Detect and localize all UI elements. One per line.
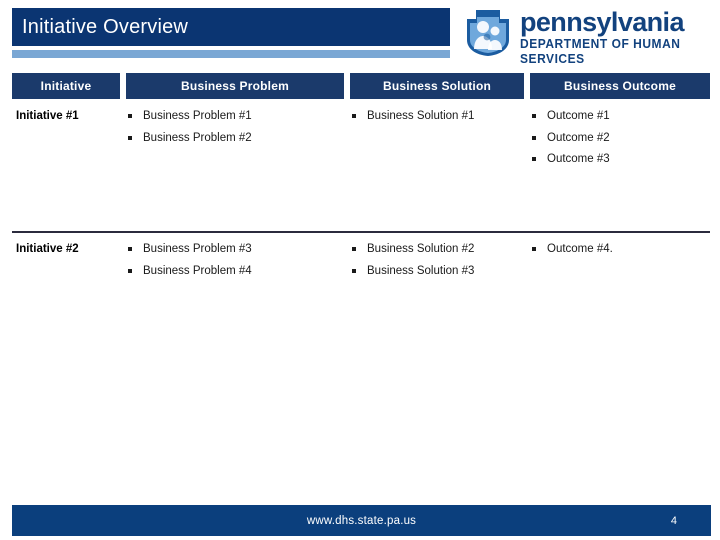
list-item: Business Problem #3 bbox=[126, 239, 344, 261]
list-item-label: Business Problem #1 bbox=[143, 110, 252, 122]
column-header-business-solution: Business Solution bbox=[350, 73, 524, 99]
list-item-label: Business Solution #3 bbox=[367, 264, 475, 277]
footer-bar: www.dhs.state.pa.us 4 bbox=[12, 505, 711, 536]
list-item: Business Problem #4 bbox=[126, 261, 344, 283]
list-item: Outcome #3 bbox=[530, 149, 710, 171]
title-underline-accent bbox=[12, 50, 450, 58]
page-title: Initiative Overview bbox=[22, 15, 189, 38]
column-header-label: Business Problem bbox=[181, 79, 289, 93]
table-row: Initiative #1 Business Problem #1 Busine… bbox=[0, 106, 720, 228]
square-bullet-icon bbox=[352, 268, 356, 273]
pennsylvania-dhs-logo: pennsylvania DEPARTMENT OF HUMAN SERVICE… bbox=[462, 4, 708, 66]
list-item: Business Solution #1 bbox=[350, 106, 524, 128]
list-item-label: Outcome #4. bbox=[547, 243, 613, 255]
list-item-label: Business Problem #3 bbox=[143, 243, 252, 255]
cell-business-outcome: Outcome #1 Outcome #2 Outcome #3 bbox=[530, 106, 710, 171]
square-bullet-icon bbox=[532, 247, 536, 251]
square-bullet-icon bbox=[128, 268, 132, 273]
list-item: Business Solution #2 bbox=[350, 239, 524, 261]
list-item: Outcome #4. bbox=[530, 239, 710, 261]
cell-business-solution: Business Solution #2 Business Solution #… bbox=[350, 239, 524, 282]
footer-website-url[interactable]: www.dhs.state.pa.us bbox=[12, 505, 711, 536]
square-bullet-icon bbox=[128, 247, 132, 251]
column-header-business-outcome: Business Outcome bbox=[530, 73, 710, 99]
list-item-label: Outcome #3 bbox=[547, 153, 610, 165]
business-problem-list: Business Problem #3 Business Problem #4 bbox=[126, 239, 344, 282]
column-header-label: Initiative bbox=[40, 79, 92, 93]
list-item: Business Problem #2 bbox=[126, 128, 344, 150]
list-item-label: Outcome #1 bbox=[547, 110, 610, 122]
table-row-divider bbox=[12, 231, 710, 233]
initiative-name: Initiative #1 bbox=[16, 110, 79, 122]
column-header-business-problem: Business Problem bbox=[126, 73, 344, 99]
table-row: Initiative #2 Business Problem #3 Busine… bbox=[0, 239, 720, 299]
logo-wordmark-pennsylvania: pennsylvania bbox=[520, 7, 684, 37]
logo-wordmark: pennsylvania DEPARTMENT OF HUMAN SERVICE… bbox=[520, 8, 708, 67]
business-solution-list: Business Solution #1 bbox=[350, 106, 524, 128]
business-outcome-list: Outcome #4. bbox=[530, 239, 710, 261]
square-bullet-icon bbox=[532, 135, 536, 140]
list-item-label: Business Problem #2 bbox=[143, 131, 252, 144]
logo-department-line: DEPARTMENT OF HUMAN SERVICES bbox=[520, 37, 681, 66]
list-item-label: Business Solution #1 bbox=[367, 110, 475, 122]
square-bullet-icon bbox=[352, 114, 356, 118]
square-bullet-icon bbox=[128, 135, 132, 140]
keystone-family-icon bbox=[467, 10, 509, 56]
list-item-label: Business Solution #2 bbox=[367, 243, 475, 255]
column-header-label: Business Outcome bbox=[564, 79, 676, 93]
cell-initiative: Initiative #2 bbox=[16, 239, 120, 258]
square-bullet-icon bbox=[532, 157, 536, 161]
list-item: Business Problem #1 bbox=[126, 106, 344, 128]
column-header-initiative: Initiative bbox=[12, 73, 120, 99]
initiative-name: Initiative #2 bbox=[16, 243, 79, 255]
list-item-label: Outcome #2 bbox=[547, 131, 610, 144]
cell-business-problem: Business Problem #3 Business Problem #4 bbox=[126, 239, 344, 282]
square-bullet-icon bbox=[532, 114, 536, 118]
business-problem-list: Business Problem #1 Business Problem #2 bbox=[126, 106, 344, 149]
square-bullet-icon bbox=[128, 114, 132, 118]
column-header-label: Business Solution bbox=[382, 79, 492, 93]
business-outcome-list: Outcome #1 Outcome #2 Outcome #3 bbox=[530, 106, 710, 171]
list-item: Outcome #1 bbox=[530, 106, 710, 128]
footer-page-number: 4 bbox=[670, 514, 677, 527]
list-item: Outcome #2 bbox=[530, 128, 710, 150]
cell-business-problem: Business Problem #1 Business Problem #2 bbox=[126, 106, 344, 149]
list-item-label: Business Problem #4 bbox=[143, 264, 252, 277]
slide-title-band: Initiative Overview bbox=[12, 8, 450, 46]
business-solution-list: Business Solution #2 Business Solution #… bbox=[350, 239, 524, 282]
cell-business-solution: Business Solution #1 bbox=[350, 106, 524, 128]
cell-business-outcome: Outcome #4. bbox=[530, 239, 710, 261]
cell-initiative: Initiative #1 bbox=[16, 106, 120, 125]
list-item: Business Solution #3 bbox=[350, 261, 524, 283]
square-bullet-icon bbox=[352, 247, 356, 251]
